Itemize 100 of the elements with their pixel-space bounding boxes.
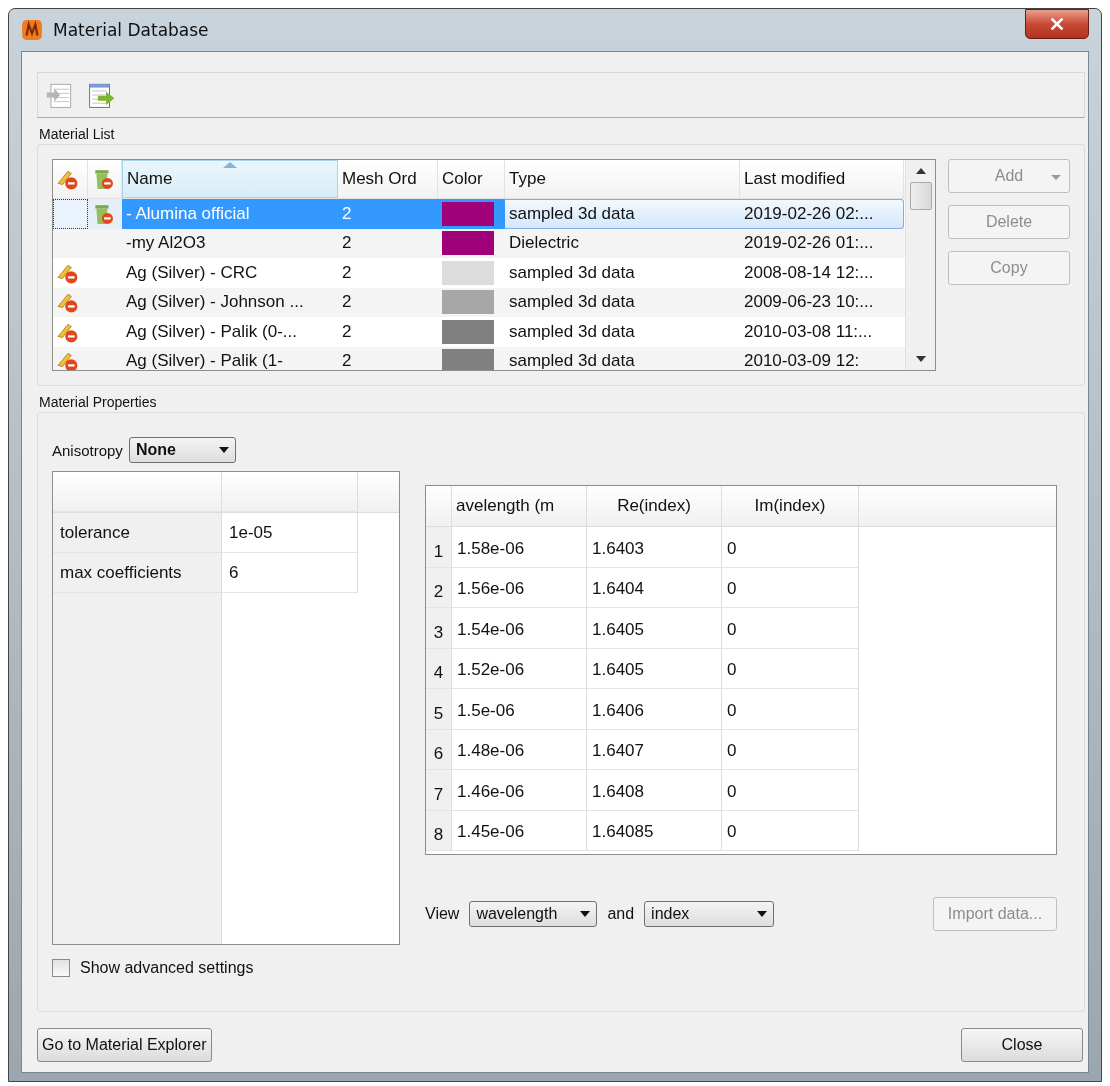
app-logo-icon — [21, 19, 43, 41]
trash-icon — [92, 168, 114, 190]
table-cell: 2 — [342, 351, 352, 370]
row-number: 2 — [433, 582, 444, 602]
table-row[interactable]: Ag (Silver) - Johnson ... 2 sampled 3d data 2009-06-23 10:... — [53, 287, 905, 317]
column-header[interactable]: Mesh Ord — [338, 160, 438, 198]
material-explorer-button[interactable]: Go to Material Explorer — [37, 1028, 212, 1062]
column-header[interactable]: Im(index) — [754, 496, 826, 516]
table-cell: 2 — [342, 233, 352, 254]
table-cell: Ag (Silver) - Johnson ... — [126, 292, 304, 313]
table-cell: sampled 3d data — [509, 292, 635, 313]
table-row[interactable]: Ag (Silver) - CRC 2 sampled 3d data 2008-08-14 12:... — [53, 258, 905, 288]
table-cell: Ag (Silver) - Palik (0-... — [126, 321, 297, 342]
table-cell: 1.52e-06 — [457, 660, 525, 681]
table-cell: 0 — [727, 741, 737, 762]
column-header[interactable]: Re(index) — [617, 496, 691, 516]
table-cell: 0 — [727, 579, 737, 600]
x-axis-dropdown[interactable]: wavelength — [469, 901, 598, 927]
parameter-value[interactable]: 6 — [229, 563, 239, 583]
table-cell: Dielectric — [509, 233, 579, 254]
table-cell: 1.48e-06 — [457, 741, 525, 762]
anisotropy-dropdown[interactable]: None — [128, 437, 236, 463]
parameter-name: tolerance — [60, 522, 130, 543]
table-cell: 2010-03-08 11:... — [744, 321, 873, 342]
row-number: 8 — [433, 825, 444, 845]
close-icon — [1048, 15, 1066, 33]
table-cell: Ag (Silver) - Palik (1- — [126, 351, 283, 370]
row-number: 5 — [433, 703, 444, 724]
group-label: Material Properties — [39, 394, 157, 410]
caret-icon — [757, 911, 768, 917]
table-cell: 1.5e-06 — [457, 700, 515, 721]
table-cell: 1.54e-06 — [457, 619, 525, 640]
row-number: 3 — [433, 622, 444, 643]
table-cell: 1.6404 — [592, 579, 644, 600]
table-cell: 0 — [727, 822, 737, 843]
table-cell: 2010-03-09 12: — [744, 351, 860, 370]
table-row[interactable]: Ag (Silver) - Palik (0-... 2 sampled 3d data 2010-03-08 11:... — [53, 317, 905, 347]
table-cell: 1.64085 — [592, 822, 654, 843]
and-label: and — [607, 905, 635, 923]
row-number: 4 — [433, 663, 444, 683]
table-cell: 1.6407 — [592, 741, 644, 762]
table-cell: 1.6408 — [592, 781, 644, 802]
column-header[interactable]: Color — [438, 160, 505, 198]
table-cell: 1.6403 — [592, 538, 644, 559]
table-cell: 1.6406 — [592, 700, 644, 721]
table-cell: 0 — [727, 619, 737, 640]
column-header[interactable]: Type — [505, 160, 740, 198]
close-button[interactable] — [1025, 9, 1089, 39]
scroll-thumb[interactable] — [909, 182, 932, 210]
table-cell: Ag (Silver) - CRC — [126, 262, 258, 283]
row-number: 7 — [433, 784, 444, 805]
table-cell: 2 — [342, 321, 352, 342]
scroll-up-icon[interactable] — [915, 168, 926, 174]
table-cell: 0 — [727, 660, 737, 681]
column-header[interactable]: Last modified — [740, 160, 904, 198]
y-axis-dropdown[interactable]: index — [644, 901, 775, 927]
table-row[interactable]: - Alumina official 2 sampled 3d data 2019-02-26 02:... — [53, 199, 905, 229]
column-header[interactable]: avelength (m — [456, 496, 555, 516]
table-cell: 1.56e-06 — [457, 579, 525, 600]
close-button[interactable]: Close — [961, 1028, 1083, 1062]
table-cell: -my Al2O3 — [126, 233, 206, 254]
table-cell: 0 — [727, 781, 737, 802]
table-cell: sampled 3d data — [509, 203, 635, 224]
scrollbar[interactable] — [905, 160, 935, 370]
checkbox[interactable] — [52, 959, 70, 977]
table-cell: 2009-06-23 10:... — [744, 292, 874, 313]
table-cell: sampled 3d data — [509, 321, 635, 342]
table-cell: 1.46e-06 — [457, 781, 525, 802]
caret-icon — [218, 447, 229, 453]
table-cell: 2 — [342, 262, 352, 283]
scroll-down-icon[interactable] — [915, 356, 926, 362]
group-label: Material List — [39, 126, 115, 142]
table-cell: - Alumina official — [126, 203, 250, 224]
table-row[interactable]: -my Al2O3 2 Dielectric 2019-02-26 01:... — [53, 228, 905, 258]
caret-icon — [580, 911, 591, 917]
row-number: 1 — [433, 541, 444, 562]
table-cell: 1.6405 — [592, 660, 644, 681]
window-title: Material Database — [53, 20, 209, 40]
checkbox-label: Show advanced settings — [80, 959, 254, 977]
parameter-name: max coefficients — [60, 562, 182, 583]
pencil-icon — [57, 168, 79, 190]
table-cell: 1.45e-06 — [457, 822, 525, 843]
row-number: 6 — [433, 744, 444, 764]
table-cell: 0 — [727, 538, 737, 559]
column-header[interactable]: Name — [122, 160, 338, 198]
anisotropy-label: Anisotropy — [52, 441, 123, 459]
table-cell: 2 — [342, 203, 352, 224]
table-cell: 2019-02-26 01:... — [744, 233, 874, 254]
table-cell: 2008-08-14 12:... — [744, 262, 874, 283]
table-cell: 2019-02-26 02:... — [744, 203, 874, 224]
table-cell: sampled 3d data — [509, 262, 635, 283]
table-cell: sampled 3d data — [509, 351, 635, 370]
parameter-value[interactable]: 1e-05 — [229, 523, 273, 543]
view-label: View — [425, 905, 460, 923]
table-cell: 1.58e-06 — [457, 538, 525, 559]
sort-arrow-icon — [223, 162, 237, 168]
table-cell: 0 — [727, 700, 737, 721]
table-cell: 1.6405 — [592, 619, 644, 640]
table-row[interactable]: Ag (Silver) - Palik (1- 2 sampled 3d data 2010-03-09 12: — [53, 346, 905, 370]
table-cell: 2 — [342, 292, 352, 313]
